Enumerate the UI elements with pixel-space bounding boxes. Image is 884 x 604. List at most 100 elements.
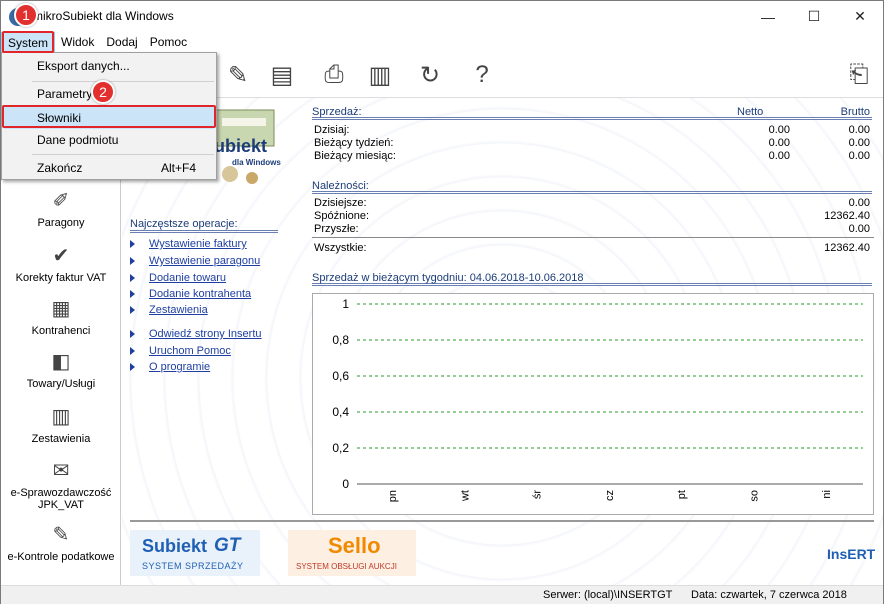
menu-pomoc[interactable]: Pomoc — [144, 32, 193, 52]
menu-item-label: Parametry — [37, 87, 93, 101]
sidebar-item-jpk[interactable]: ✉ e-Sprawozdawczość JPK_VAT — [1, 458, 121, 511]
sidebar-item-label: Towary/Usługi — [26, 378, 96, 390]
arrow-icon — [130, 363, 135, 372]
link-dodanie-kontrahenta[interactable]: Dodanie kontrahenta — [130, 288, 251, 300]
logo-subtext: dla Windows — [232, 158, 281, 167]
sales-title: Sprzedaż: — [312, 106, 362, 118]
sello-logo[interactable]: Sello SYSTEM OBSŁUGI AUKCJI — [288, 530, 416, 576]
pen-icon[interactable]: ✎ — [223, 60, 253, 90]
arrow-icon — [130, 347, 135, 356]
row-label: Dzisiaj: — [314, 124, 350, 136]
sidebar-item-label: Kontrahenci — [31, 325, 91, 337]
menu-item-eksport[interactable]: Eksport danych... — [4, 55, 214, 77]
y-tick-label: 1 — [342, 297, 349, 311]
sales-row-month: Bieżący miesiąc: 0.00 0.00 — [314, 150, 870, 162]
sello-logo-caption: SYSTEM OBSŁUGI AUKCJI — [296, 562, 397, 571]
chart-canvas: 1 0,8 0,6 0,4 0,2 0 pn wt śr cz pt so ni — [332, 297, 863, 502]
app-window: mikroSubiekt dla Windows — ☐ ✕ System Wi… — [0, 0, 884, 604]
printer-icon[interactable]: ▤ — [267, 60, 297, 90]
gross-value: 0.00 — [848, 124, 870, 136]
link-wystawienie-faktury[interactable]: Wystawienie faktury — [130, 238, 247, 250]
row-value: 12362.40 — [824, 242, 870, 254]
row-label: Bieżący miesiąc: — [314, 150, 396, 162]
sidebar-item-label: Paragony — [37, 217, 85, 229]
menu-separator — [32, 154, 214, 155]
sales-col-gross: Brutto — [840, 106, 870, 118]
row-value: 0.00 — [848, 223, 870, 235]
menu-item-dane-podmiotu[interactable]: Dane podmiotu — [4, 129, 214, 151]
receivables-header: Należności: — [312, 180, 872, 194]
link-label: Dodanie towaru — [149, 272, 227, 284]
gross-value: 0.00 — [848, 150, 870, 162]
receivables-row-future: Przyszłe: 0.00 — [314, 223, 870, 235]
link-label: Wystawienie faktury — [149, 238, 247, 250]
dashboard: ubiekt dla Windows Najczęstsze operacje:… — [122, 98, 883, 585]
sales-header: Sprzedaż: Netto Brutto — [312, 106, 872, 120]
link-label: O programie — [149, 361, 211, 373]
receivables-title: Należności: — [312, 180, 369, 192]
step-badge-1: 1 — [14, 3, 38, 27]
help-icon[interactable]: ? — [467, 60, 497, 90]
link-zestawienia[interactable]: Zestawienia — [130, 304, 208, 316]
menu-dodaj[interactable]: Dodaj — [100, 32, 143, 52]
arrow-icon — [130, 290, 135, 299]
receivables-divider — [312, 237, 874, 238]
menu-item-zakoncz[interactable]: Zakończ Alt+F4 — [4, 157, 214, 179]
title-bar: mikroSubiekt dla Windows — ☐ ✕ — [1, 1, 883, 32]
status-server: Serwer: (local)\INSERTGT — [543, 589, 673, 601]
sidebar-item-kontrahenci[interactable]: ▦ Kontrahenci — [1, 296, 121, 337]
sidebar-item-zestawienia[interactable]: ▥ Zestawienia — [1, 404, 121, 445]
y-tick-label: 0,2 — [332, 441, 349, 455]
row-label: Przyszłe: — [314, 223, 359, 235]
print-setup-icon[interactable]: ⎙ — [319, 60, 349, 90]
y-tick-label: 0 — [342, 477, 349, 491]
weekly-sales-chart: 1 0,8 0,6 0,4 0,2 0 pn wt śr cz pt so ni — [312, 293, 874, 515]
link-dodanie-towaru[interactable]: Dodanie towaru — [130, 272, 226, 284]
arrow-icon — [130, 257, 135, 266]
chart-title: Sprzedaż w bieżącym tygodniu: 04.06.2018… — [312, 272, 584, 284]
printer2-icon[interactable]: ▥ — [365, 60, 395, 90]
highlight-system-menu — [2, 31, 54, 53]
gross-value: 0.00 — [848, 137, 870, 149]
row-value: 0.00 — [848, 197, 870, 209]
refresh-icon[interactable]: ↻ — [415, 60, 445, 90]
row-label: Wszystkie: — [314, 242, 367, 254]
x-tick-label: wt — [459, 490, 471, 502]
link-wystawienie-paragonu[interactable]: Wystawienie paragonu — [130, 255, 260, 267]
exit-icon[interactable]: ⎗ — [844, 60, 874, 90]
row-label: Dzisiejsze: — [314, 197, 367, 209]
status-date: Data: czwartek, 7 czerwca 2018 — [691, 589, 847, 601]
x-tick-label: cz — [604, 490, 616, 501]
arrow-icon — [130, 240, 135, 249]
insert-logo[interactable]: InsERT — [827, 546, 875, 562]
net-value: 0.00 — [768, 124, 790, 136]
sidebar-item-korekty[interactable]: ✔ Korekty faktur VAT — [1, 243, 121, 284]
link-o-programie[interactable]: O programie — [130, 361, 210, 373]
menu-widok[interactable]: Widok — [55, 32, 100, 52]
sidebar-item-paragony[interactable]: ✐ Paragony — [1, 188, 121, 229]
goods-icon: ◧ — [51, 351, 71, 373]
y-tick-label: 0,8 — [332, 333, 349, 347]
link-label: Dodanie kontrahenta — [149, 288, 252, 300]
link-uruchom-pomoc[interactable]: Uruchom Pomoc — [130, 345, 231, 357]
y-tick-label: 0,6 — [332, 369, 349, 383]
minimize-button[interactable]: — — [745, 1, 791, 32]
sidebar-item-kontrole[interactable]: ✎ e-Kontrole podatkowe — [1, 522, 121, 563]
row-label: Bieżący tydzień: — [314, 137, 394, 149]
sales-row-week: Bieżący tydzień: 0.00 0.00 — [314, 137, 870, 149]
maximize-button[interactable]: ☐ — [791, 1, 837, 32]
link-label: Zestawienia — [149, 304, 208, 316]
x-tick-label: so — [748, 490, 760, 502]
link-strony-insertu[interactable]: Odwiedź strony Insertu — [130, 328, 262, 340]
arrow-icon — [130, 274, 135, 283]
subiekt-gt-logo[interactable]: Subiekt GT SYSTEM SPRZEDAŻY — [130, 530, 260, 576]
step-badge-2: 2 — [91, 80, 115, 104]
sidebar-item-towary[interactable]: ◧ Towary/Usługi — [1, 349, 121, 390]
logo-text: ubiekt — [214, 136, 268, 156]
gt-logo-suffix: GT — [214, 535, 241, 556]
menu-bar: System Widok Dodaj Pomoc — [1, 32, 883, 52]
link-label: Wystawienie paragonu — [149, 255, 261, 267]
close-button[interactable]: ✕ — [837, 1, 883, 32]
arrow-icon — [130, 306, 135, 315]
menu-item-shortcut: Alt+F4 — [160, 161, 196, 175]
